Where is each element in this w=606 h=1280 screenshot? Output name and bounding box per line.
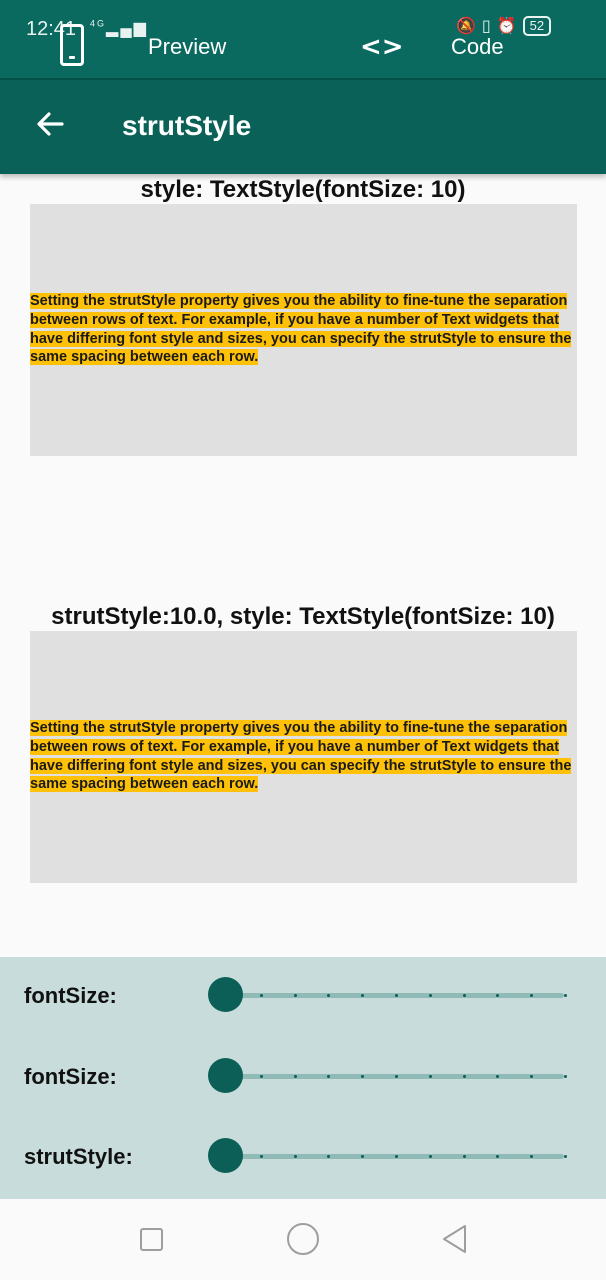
control-row: strutStyle: [0, 1118, 606, 1198]
control-row: fontSize: [0, 957, 606, 1037]
slider-tick [428, 1155, 432, 1158]
slider-tick [395, 994, 398, 997]
code-tab[interactable]: Code [451, 34, 504, 60]
section-title-style: style: TextStyle(fontSize: 10) [140, 176, 466, 203]
slider-tick [462, 1075, 466, 1078]
device-phone-icon[interactable] [60, 24, 84, 66]
slider-thumb[interactable] [208, 1058, 243, 1093]
code-icon[interactable]: <> [360, 32, 404, 62]
font-size-slider[interactable] [208, 1058, 568, 1094]
text-sample-box: Setting the strutStyle property gives yo… [30, 204, 577, 456]
slider-thumb[interactable] [208, 977, 243, 1012]
slider-tick [293, 1075, 297, 1078]
controls-panel: fontSize: fontSize: strutStyle: [0, 957, 606, 1199]
section-title-strut: strutStyle:10.0, style: TextStyle(fontSi… [51, 603, 555, 630]
recents-icon[interactable] [140, 1228, 163, 1251]
control-label: strutStyle: [24, 1144, 133, 1169]
nav-back-icon[interactable] [440, 1223, 468, 1255]
status-right-icons: 🔕 ▯ ⏰ 52 [456, 16, 552, 36]
page-title: strutStyle [122, 110, 252, 141]
slider-tick [564, 1075, 567, 1078]
network-label: 4G [90, 18, 107, 29]
slider-tick [259, 1155, 263, 1158]
preview-tab[interactable]: Preview [148, 34, 226, 60]
font-size-slider[interactable] [208, 977, 568, 1013]
slider-tick [564, 1155, 567, 1158]
sample-text: Setting the strutStyle property gives yo… [30, 720, 572, 793]
mute-icon: 🔕 [456, 18, 476, 35]
app-bar: strutStyle [0, 80, 606, 174]
slider-tick [395, 1155, 398, 1158]
slider-tick [564, 994, 567, 997]
slider-tick [428, 1075, 432, 1078]
slider-tick [395, 1075, 398, 1078]
control-label: fontSize: [24, 983, 117, 1008]
home-icon[interactable] [287, 1223, 319, 1255]
system-nav-bar [0, 1199, 606, 1280]
sample-paragraph: Setting the strutStyle property gives yo… [30, 719, 577, 794]
sample-text: Setting the strutStyle property gives yo… [30, 293, 572, 366]
slider-tick [462, 994, 466, 997]
control-label: fontSize: [24, 1064, 117, 1089]
text-sample-box: Setting the strutStyle property gives yo… [30, 631, 577, 883]
sample-paragraph: Setting the strutStyle property gives yo… [30, 292, 577, 367]
slider-tick [259, 1075, 263, 1078]
vibrate-icon: ▯ [481, 18, 491, 35]
control-row: fontSize: [0, 1038, 606, 1118]
preview-toolbar: 12:41 4G▂▄▆ Preview <> Code 🔕 ▯ ⏰ 52 [0, 0, 606, 80]
slider-tick [293, 994, 297, 997]
signal-icon: 4G▂▄▆ [90, 18, 148, 37]
slider-tick [259, 994, 263, 997]
alarm-icon: ⏰ [496, 18, 517, 35]
slider-tick [293, 1155, 297, 1158]
app-screen: 12:41 4G▂▄▆ Preview <> Code 🔕 ▯ ⏰ 52 str… [0, 0, 606, 1280]
slider-tick [462, 1155, 466, 1158]
back-arrow-icon[interactable] [34, 108, 66, 140]
slider-thumb[interactable] [208, 1138, 243, 1173]
slider-tick [428, 994, 432, 997]
strut-style-slider[interactable] [208, 1138, 568, 1174]
battery-icon: 52 [522, 16, 552, 36]
